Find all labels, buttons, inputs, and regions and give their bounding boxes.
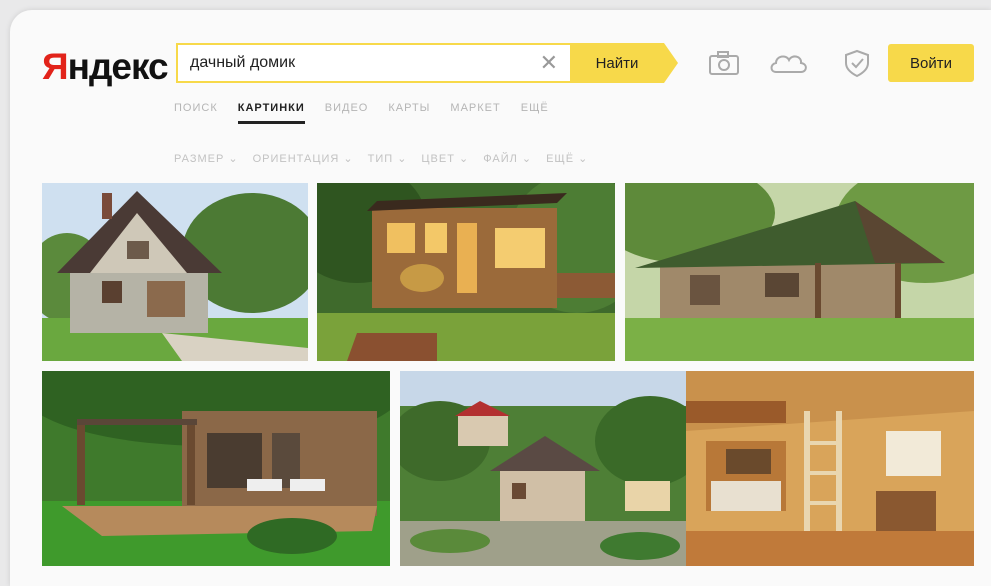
image-result-2[interactable] [317,183,615,361]
image-result-1[interactable] [42,183,308,361]
image-result-3[interactable] [625,183,974,361]
yandex-logo[interactable]: Яндекс [42,46,169,88]
camera-icon[interactable] [707,48,741,78]
tab-more[interactable]: ЕЩЁ [521,102,549,124]
tab-images[interactable]: КАРТИНКИ [237,102,305,124]
search-tabs: ПОИСК КАРТИНКИ ВИДЕО КАРТЫ МАРКЕТ ЕЩЁ [174,102,549,124]
filter-type[interactable]: ТИП ⌄ [368,152,408,165]
image-result-6[interactable] [686,371,974,566]
image-filters: РАЗМЕР ⌄ ОРИЕНТАЦИЯ ⌄ ТИП ⌄ ЦВЕТ ⌄ ФАЙЛ … [174,152,588,165]
image-result-5[interactable] [400,371,686,566]
image-result-4[interactable] [42,371,390,566]
cloud-icon[interactable] [768,48,810,78]
tab-video[interactable]: ВИДЕО [325,102,369,124]
logo-rest: ндекс [67,46,169,87]
browser-page: Яндекс ✕ Найти Войти ПОИСК КАРТИНКИ ВИДЕ… [10,10,991,586]
find-button[interactable]: Найти [570,43,678,83]
search-input[interactable] [190,54,532,72]
filter-size[interactable]: РАЗМЕР ⌄ [174,152,239,165]
tab-market[interactable]: МАРКЕТ [450,102,500,124]
search-box: ✕ [176,43,570,83]
logo-first-letter: Я [42,46,69,87]
search-bar: ✕ Найти [176,43,678,83]
tab-maps[interactable]: КАРТЫ [388,102,430,124]
filter-color[interactable]: ЦВЕТ ⌄ [421,152,469,165]
filter-more[interactable]: ЕЩЁ ⌄ [546,152,588,165]
login-button[interactable]: Войти [888,44,974,82]
tab-search[interactable]: ПОИСК [174,102,218,124]
filter-file[interactable]: ФАЙЛ ⌄ [483,152,532,165]
filter-orientation[interactable]: ОРИЕНТАЦИЯ ⌄ [253,152,354,165]
clear-icon[interactable]: ✕ [540,52,558,74]
shield-icon[interactable] [840,48,874,78]
